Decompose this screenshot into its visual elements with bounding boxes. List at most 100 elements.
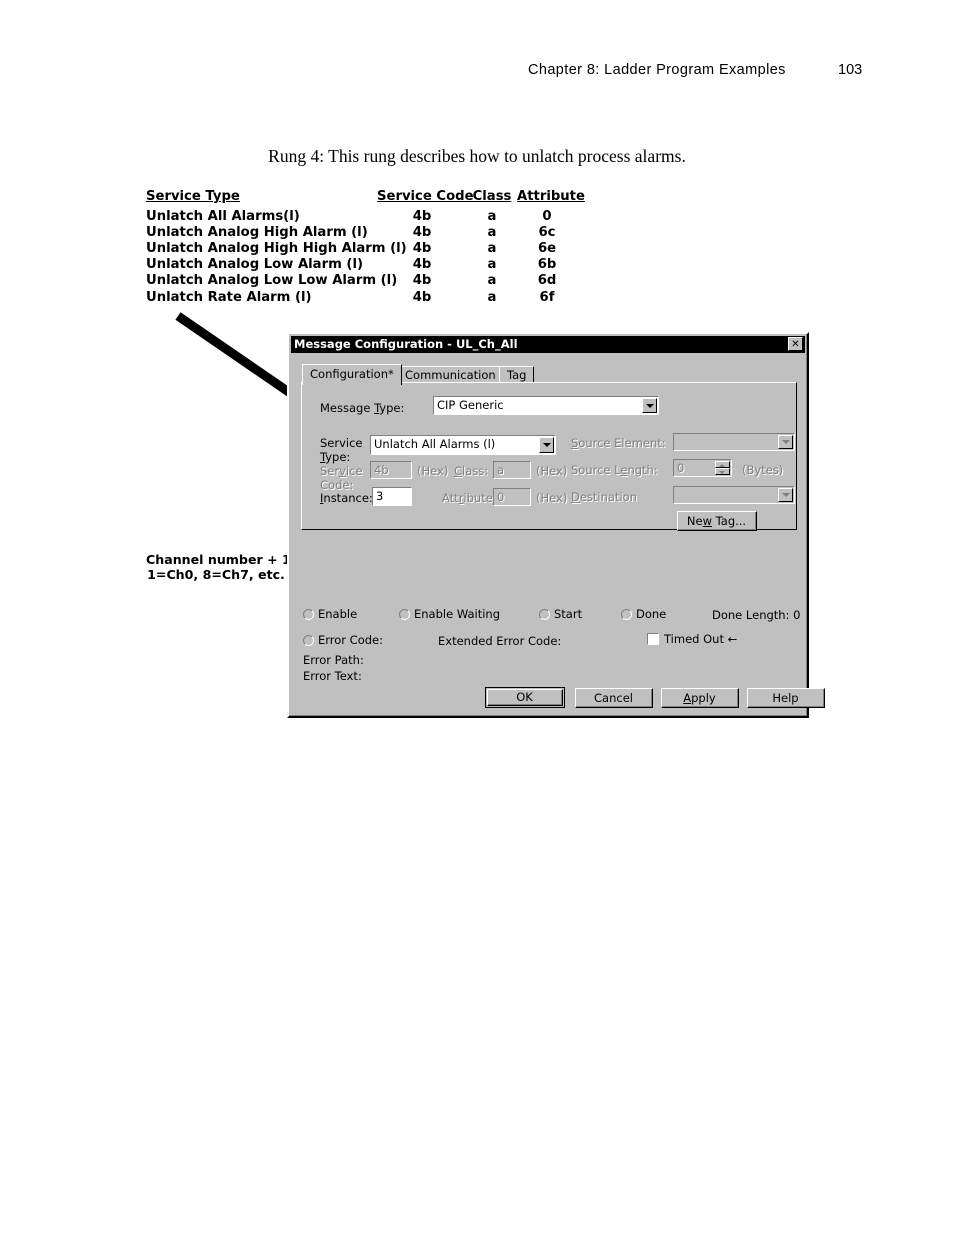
cell-service-type: Unlatch Analog High High Alarm (l) [146, 241, 407, 257]
destination-label: Destination [571, 490, 637, 504]
attribute-label: Attribute [442, 491, 493, 505]
table-header-row: Service Type Service Code Class Attribut… [146, 189, 586, 205]
radio-icon[interactable] [303, 609, 314, 620]
service-type-dropdown[interactable]: Unlatch All Alarms (l) [370, 435, 556, 455]
class-input[interactable]: a [493, 461, 531, 479]
cell-attribute: 6d [537, 273, 557, 289]
timed-out-checkbox[interactable]: Timed Out ← [647, 632, 737, 646]
status-done-label: Done [636, 607, 667, 621]
checkbox-icon[interactable] [647, 633, 659, 645]
status-enable[interactable]: Enable [303, 607, 357, 621]
radio-icon[interactable] [303, 635, 314, 646]
cell-service-type: Unlatch Analog Low Low Alarm (l) [146, 273, 398, 289]
cancel-button[interactable]: Cancel [575, 688, 653, 708]
header-class: Class [472, 189, 512, 204]
error-path-label: Error Path: [303, 653, 364, 667]
chevron-down-icon[interactable] [539, 437, 554, 453]
configuration-tab-panel: Message Type: CIP Generic Service Type: … [301, 382, 797, 531]
cell-class: a [487, 225, 497, 241]
error-text-label: Error Text: [303, 669, 362, 683]
message-configuration-dialog[interactable]: Message Configuration - UL_Ch_All ✕ Conf… [287, 332, 825, 718]
cell-class: a [487, 209, 497, 225]
destination-dropdown[interactable] [673, 486, 795, 504]
dialog-title: Message Configuration - UL_Ch_All [294, 337, 518, 351]
annotation-line-2: 1=Ch0, 8=Ch7, etc. [147, 567, 285, 582]
instance-value: 3 [376, 489, 384, 503]
new-tag-button[interactable]: New Tag... [677, 511, 757, 531]
cell-class: a [487, 289, 497, 305]
class-value: a [497, 463, 505, 477]
header-attribute: Attribute [517, 189, 585, 204]
source-length-units-label: (Bytes) [742, 463, 784, 477]
cell-attribute: 0 [542, 209, 552, 225]
service-type-label-line1: Service [320, 436, 363, 450]
chevron-down-icon[interactable] [642, 398, 657, 413]
instance-input[interactable]: 3 [372, 487, 412, 506]
header-service-type: Service Type [146, 189, 240, 204]
table-row: Unlatch Analog High High Alarm (l) 4b a … [146, 241, 586, 257]
status-start[interactable]: Start [539, 607, 582, 621]
attribute-input[interactable]: 0 [493, 488, 531, 506]
cell-attribute: 6c [538, 225, 556, 241]
service-code-input[interactable]: 4b [370, 461, 412, 479]
table-row: Unlatch Analog Low Alarm (l) 4b a 6b [146, 257, 586, 273]
apply-label: Apply [683, 690, 716, 705]
service-code-label-line2: Code: [320, 478, 354, 492]
source-element-dropdown[interactable] [673, 433, 795, 451]
status-error-code[interactable]: Error Code: [303, 633, 383, 647]
header-service-code: Service Code [377, 189, 474, 204]
help-button[interactable]: Help [747, 688, 825, 708]
radio-icon[interactable] [539, 609, 550, 620]
chapter-title: Chapter 8: Ladder Program Examples [528, 62, 786, 78]
service-code-value: 4b [374, 463, 389, 477]
status-done[interactable]: Done [621, 607, 666, 621]
source-length-value: 0 [677, 461, 685, 475]
status-start-label: Start [554, 607, 583, 621]
tab-configuration[interactable]: Configuration* [302, 364, 402, 385]
cell-service-code: 4b [412, 273, 432, 289]
apply-button[interactable]: Apply [661, 688, 739, 708]
spinner-up-icon[interactable] [715, 461, 730, 468]
source-element-label: Source Element: [571, 436, 666, 450]
dialog-titlebar[interactable]: Message Configuration - UL_Ch_All ✕ [291, 336, 805, 353]
service-type-label-line2: Type: [320, 450, 351, 464]
cell-class: a [487, 273, 497, 289]
tab-communication[interactable]: Communication [397, 366, 504, 383]
chevron-down-icon[interactable] [778, 488, 793, 502]
cell-service-type: Unlatch Analog High Alarm (l) [146, 225, 368, 241]
spinner-down-icon[interactable] [715, 468, 730, 475]
spinner-buttons[interactable] [715, 461, 730, 475]
tab-tag[interactable]: Tag [499, 366, 535, 383]
table-row: Unlatch Rate Alarm (l) 4b a 6f [146, 290, 586, 306]
close-icon[interactable]: ✕ [788, 337, 803, 351]
rung-caption: Rung 4: This rung describes how to unlat… [268, 146, 686, 166]
ok-button[interactable]: OK [485, 687, 565, 708]
new-tag-label: New Tag... [686, 513, 747, 528]
class-label: Class: [454, 464, 489, 478]
message-type-value: CIP Generic [437, 398, 504, 412]
timed-out-label: Timed Out ← [664, 632, 738, 646]
cancel-label: Cancel [594, 690, 633, 705]
annotation-line-1: Channel number + 1. [146, 552, 296, 567]
status-enable-label: Enable [318, 607, 358, 621]
page-number: 103 [838, 62, 863, 78]
status-enable-waiting[interactable]: Enable Waiting [399, 607, 500, 621]
cell-service-code: 4b [412, 257, 432, 273]
cell-attribute: 6f [539, 289, 555, 305]
table-row: Unlatch Analog High Alarm (l) 4b a 6c [146, 225, 586, 241]
help-label: Help [772, 690, 799, 705]
channel-annotation: Channel number + 1. 1=Ch0, 8=Ch7, etc. [146, 552, 296, 582]
source-length-spinner[interactable]: 0 [673, 459, 732, 477]
cell-attribute: 6b [537, 257, 557, 273]
cell-service-code: 4b [412, 289, 432, 305]
source-length-label: Source Length: [571, 463, 658, 477]
done-length-label: Done Length: 0 [712, 608, 801, 622]
table-row: Unlatch Analog Low Low Alarm (l) 4b a 6d [146, 273, 586, 289]
radio-icon[interactable] [621, 609, 632, 620]
attribute-hex-label: (Hex) [536, 491, 568, 505]
chevron-down-icon[interactable] [778, 435, 793, 449]
service-type-value: Unlatch All Alarms (l) [374, 437, 496, 451]
message-type-dropdown[interactable]: CIP Generic [433, 396, 659, 415]
radio-icon[interactable] [399, 609, 410, 620]
cell-attribute: 6e [537, 241, 557, 257]
